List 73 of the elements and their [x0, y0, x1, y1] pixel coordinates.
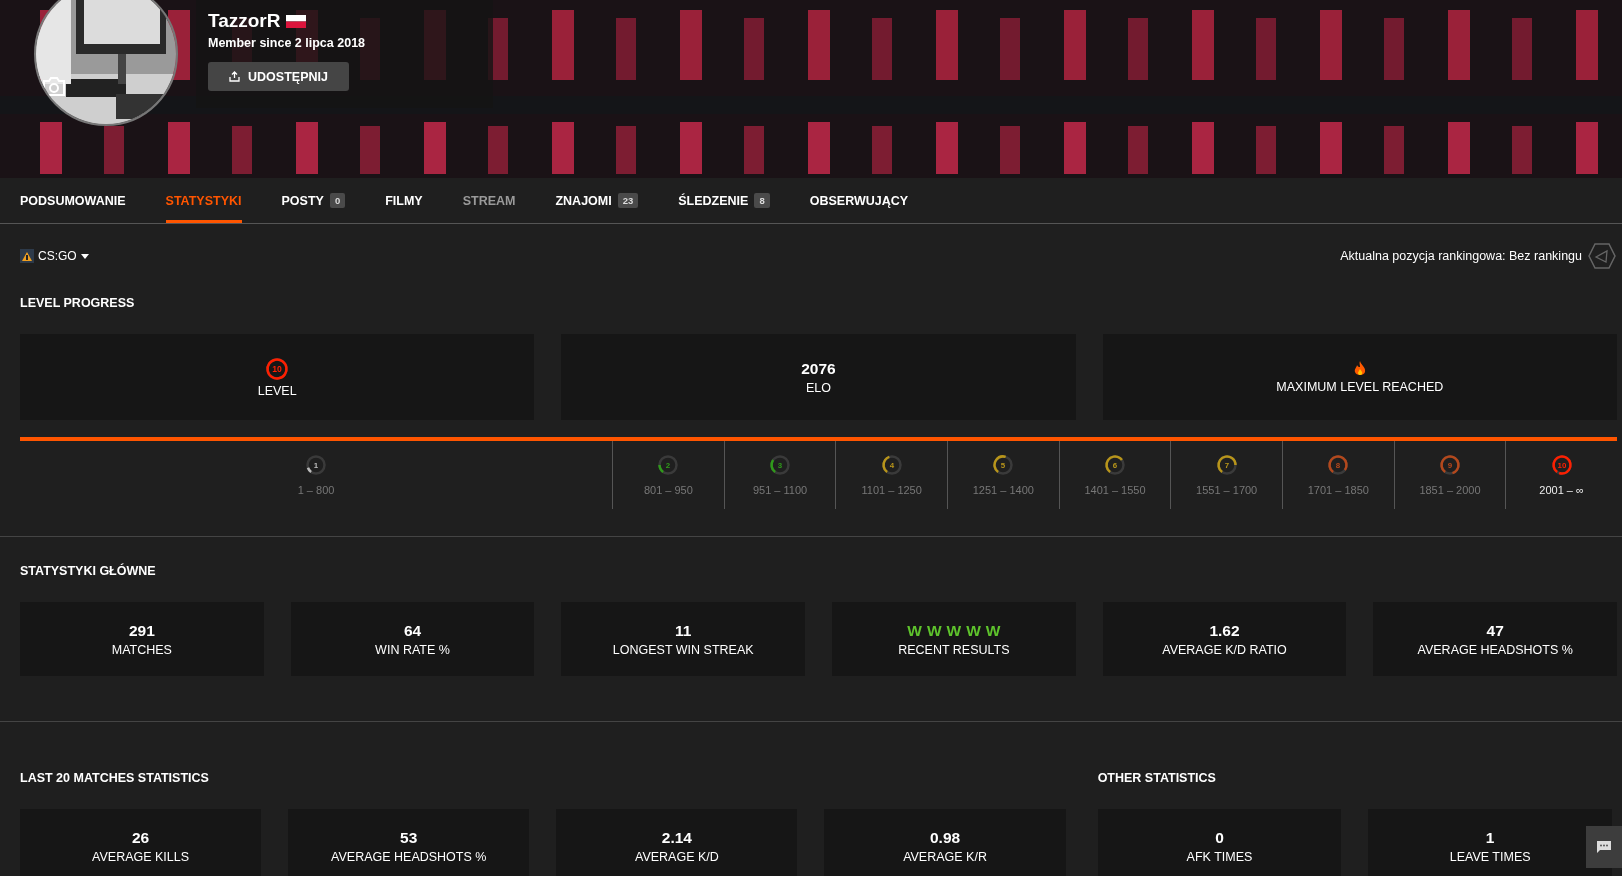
level-ring-icon: 10: [265, 356, 290, 381]
stat-value: 47: [1486, 621, 1504, 640]
match-result: W: [926, 621, 942, 640]
ranking-text: Aktualna pozycja rankingowa: Bez rankingu: [1340, 249, 1582, 263]
chat-button[interactable]: [1586, 826, 1622, 868]
stat-label: MATCHES: [111, 642, 172, 657]
game-selector[interactable]: CS:GO: [20, 249, 89, 263]
match-result: W: [985, 621, 1001, 640]
elo-range: 1 – 800: [297, 484, 335, 496]
profile-tab[interactable]: OBSERWUJĄCY: [809, 178, 909, 223]
profile-tab[interactable]: POSTY 0: [281, 178, 346, 223]
elo-range: 801 – 950: [643, 484, 693, 496]
stat-value: 64: [403, 621, 422, 640]
stat-value: 2.14: [661, 828, 692, 847]
match-result: W: [946, 621, 962, 640]
stat-value: 11: [675, 621, 692, 640]
stat-label: MAXIMUM LEVEL REACHED: [1276, 379, 1444, 394]
tab-label: STREAM: [462, 193, 516, 208]
stat-label: AVERAGE KILLS: [92, 849, 190, 864]
flame-icon: [1353, 360, 1366, 377]
profile-tab[interactable]: FILMY: [385, 178, 423, 223]
section-title: LAST 20 MATCHES STATISTICS: [19, 771, 210, 785]
elo-range: 1551 – 1700: [1196, 484, 1258, 496]
elo-range: 1251 – 1400: [972, 484, 1034, 496]
stat-label: AVERAGE HEADSHOTS %: [331, 849, 487, 864]
hexagon-rank-icon: [1588, 243, 1616, 269]
stat-value: 1.62: [1209, 621, 1240, 640]
profile-tab[interactable]: ZNAJOMI 23: [555, 178, 639, 223]
tab-label: ZNAJOMI: [555, 193, 612, 208]
stat-label: WIN RATE %: [375, 642, 450, 657]
stat-value: 291: [128, 621, 155, 640]
elo-range: 951 – 1100: [752, 484, 808, 496]
elo-range: 2001 – ∞: [1539, 484, 1584, 496]
stat-value: 1: [1485, 828, 1495, 847]
elo-range: 1851 – 2000: [1419, 484, 1481, 496]
stat-value: 53: [400, 828, 418, 847]
tab-label: FILMY: [385, 193, 423, 208]
stat-label: AVERAGE K/R: [903, 849, 987, 864]
count-badge: 8: [754, 193, 770, 208]
profile-tab[interactable]: ŚLEDZENIE 8: [678, 178, 770, 223]
tab-label: STATYSTYKI: [165, 193, 242, 208]
profile-tab[interactable]: STATYSTYKI: [165, 178, 242, 223]
section-title: OTHER STATISTICS: [1097, 771, 1217, 785]
chat-icon: [1597, 841, 1611, 853]
caret-icon: [80, 253, 89, 259]
elo-range: 1701 – 1850: [1307, 484, 1369, 496]
elo-range: 1401 – 1550: [1084, 484, 1146, 496]
tab-label: PODSUMOWANIE: [20, 193, 126, 208]
stat-value: 0: [1215, 828, 1224, 847]
stat-value: 26: [131, 828, 150, 847]
stat-value: 0.98: [929, 828, 961, 847]
game-icon: [20, 249, 34, 263]
stat-label: LEVEL: [257, 383, 297, 398]
tab-label: ŚLEDZENIE: [678, 193, 749, 208]
section-title: STATYSTYKI GŁÓWNE: [19, 564, 157, 578]
tab-label: POSTY: [281, 193, 324, 208]
profile-tab[interactable]: PODSUMOWANIE: [20, 178, 126, 223]
stat-label: AVERAGE K/D RATIO: [1162, 642, 1287, 657]
match-result: W: [966, 621, 981, 640]
stat-label: ELO: [806, 380, 831, 395]
tab-label: OBSERWUJĄCY: [809, 193, 909, 208]
stat-label: RECENT RESULTS: [898, 642, 1010, 657]
stat-label: AFK TIMES: [1186, 849, 1253, 864]
stat-label: LONGEST WIN STREAK: [612, 642, 754, 657]
stat-label: AVERAGE K/D: [634, 849, 719, 864]
stat-value: 2076: [801, 359, 836, 378]
section-title: LEVEL PROGRESS: [19, 296, 136, 310]
count-badge: 0: [329, 193, 346, 208]
elo-range: 1101 – 1250: [861, 484, 922, 496]
match-result: W: [907, 621, 922, 640]
count-badge: 23: [617, 193, 639, 208]
stat-label: AVERAGE HEADSHOTS %: [1417, 642, 1573, 657]
stat-label: LEAVE TIMES: [1449, 849, 1531, 864]
